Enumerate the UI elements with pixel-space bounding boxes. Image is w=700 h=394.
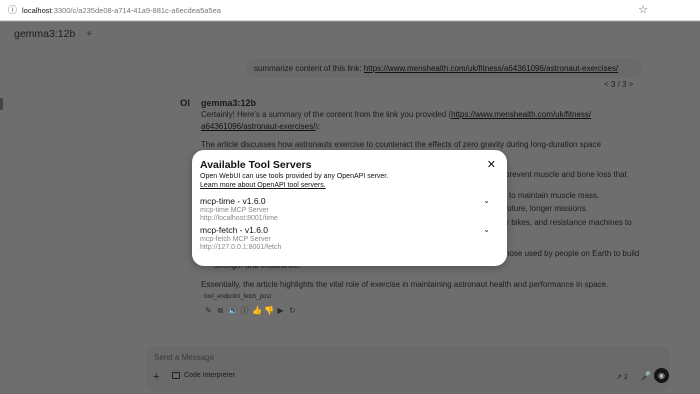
copy-icon[interactable]: ⧉ (216, 306, 225, 315)
assistant-name: gemma3:12b (201, 98, 257, 108)
tool-server-item[interactable]: mcp-time - v1.6.0 mcp-time MCP Server ht… (200, 196, 500, 222)
chevron-down-icon[interactable]: ⌄ (483, 196, 490, 205)
code-interpreter-toggle[interactable]: Code Interpreter (172, 372, 235, 379)
url-path: :3300/c/a235de08-a714-41a9-881c-a6ecdea5… (51, 5, 221, 15)
thumbs-down-icon[interactable]: 👎 (264, 306, 274, 315)
model-selector[interactable]: gemma3:12b + (14, 28, 92, 40)
assistant-closing: Essentially, the article highlights the … (201, 280, 609, 289)
sidebar-toggle-handle[interactable] (0, 98, 3, 110)
assistant-avatar: Ol (180, 98, 191, 109)
add-model-button[interactable]: + (86, 29, 92, 40)
intro-suffix: ): (315, 122, 321, 131)
code-interpreter-icon (172, 372, 180, 379)
tool-server-name: mcp-time - v1.6.0 (200, 196, 266, 206)
tool-server-item[interactable]: mcp-fetch - v1.6.0 mcp-fetch MCP Server … (200, 225, 500, 251)
response-pager[interactable]: < 3 / 3 > (604, 80, 633, 89)
model-name: gemma3:12b (14, 28, 76, 40)
tool-server-name: mcp-fetch - v1.6.0 (200, 225, 269, 235)
user-message-link[interactable]: https://www.menshealth.com/uk/fitness/a6… (364, 64, 618, 73)
url-field[interactable]: localhost:3300/c/a235de08-a714-41a9-881c… (22, 6, 221, 15)
bookmark-star-icon[interactable]: ☆ (638, 3, 648, 16)
modal-title: Available Tool Servers (200, 159, 312, 171)
microphone-icon[interactable]: 🎤 (640, 371, 651, 382)
user-message-bubble: summarize content of this link: https://… (246, 58, 642, 78)
code-interpreter-label: Code Interpreter (184, 372, 235, 379)
attach-plus-icon[interactable]: + (153, 371, 159, 383)
assistant-intro-line1: Certainly! Here's a summary of the conte… (201, 109, 591, 121)
modal-description: Open WebUI can use tools provided by any… (200, 173, 389, 180)
learn-more-link[interactable]: Learn more about OpenAPI tool servers. (200, 182, 326, 189)
chevron-down-icon[interactable]: ⌄ (483, 225, 490, 234)
user-message-text: summarize content of this link: (254, 64, 364, 73)
tools-count: 2 (623, 374, 628, 381)
source-link-part2[interactable]: a64361096/astronaut-exercises/ (201, 122, 315, 131)
assistant-text-fragment: prevent muscle and bone loss that (505, 170, 627, 179)
message-actions: ✎ ⧉ 🔈 ⓘ 👍 👎 ▶ ↻ (204, 306, 297, 315)
close-icon[interactable]: ✕ (487, 158, 496, 171)
tool-server-url: http://127.0.0.1:8001/fetch (200, 244, 282, 251)
assistant-text-fragment: future, longer missions. (505, 204, 588, 213)
site-info-icon[interactable]: ⓘ (8, 5, 18, 15)
read-aloud-icon[interactable]: 🔈 (228, 306, 238, 315)
source-link-part1[interactable]: https://www.menshealth.com/uk/fitness/ (451, 110, 591, 119)
assistant-intro-line2: a64361096/astronaut-exercises/): (201, 121, 320, 133)
assistant-text-fragment: y bikes, and resistance machines to (505, 218, 632, 227)
tools-count-button[interactable]: ↗ 2 (616, 373, 628, 381)
thumbs-up-icon[interactable]: 👍 (252, 306, 262, 315)
info-icon[interactable]: ⓘ (240, 306, 249, 315)
tool-server-kind: mcp-time MCP Server (200, 207, 269, 214)
tool-call-chip[interactable]: tool_endpoint_fetch_post (204, 294, 271, 300)
continue-icon[interactable]: ▶ (276, 306, 285, 315)
assistant-text-fragment: hose used by people on Earth to build (505, 249, 640, 258)
edit-icon[interactable]: ✎ (204, 306, 213, 315)
message-composer[interactable]: Send a Message + Code Interpreter ↗ 2 🎤 … (146, 346, 670, 392)
browser-address-bar[interactable]: ⓘ localhost:3300/c/a235de08-a714-41a9-88… (0, 0, 700, 21)
message-input[interactable]: Send a Message (154, 353, 214, 362)
regenerate-icon[interactable]: ↻ (288, 306, 297, 315)
assistant-text-fragment: l to maintain muscle mass. (505, 191, 600, 200)
tool-servers-modal: Available Tool Servers ✕ Open WebUI can … (192, 150, 507, 266)
url-host: localhost (22, 5, 52, 15)
intro-text: Certainly! Here's a summary of the conte… (201, 110, 452, 119)
voice-mode-icon[interactable]: ◉ (654, 368, 669, 383)
tool-server-kind: mcp-fetch MCP Server (200, 236, 271, 243)
tool-server-url: http://localhost:8001/time (200, 215, 278, 222)
